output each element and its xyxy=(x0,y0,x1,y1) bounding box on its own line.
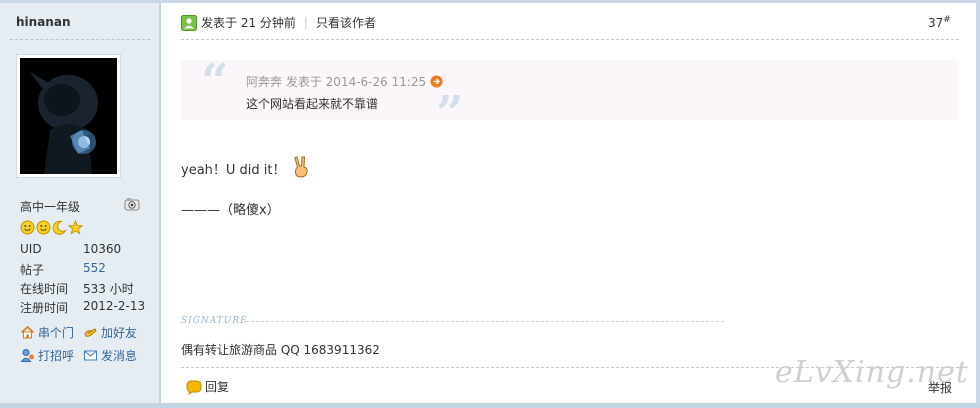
post-time: 发表于 21 分钟前 xyxy=(201,16,296,30)
victory-hand-icon xyxy=(293,156,308,178)
stat-label: 在线时间 xyxy=(20,282,69,296)
visit-space-button[interactable]: 串个门 xyxy=(20,324,74,341)
signature-divider xyxy=(246,321,724,322)
smiley-icon xyxy=(36,220,51,235)
floor-number-value: 37 xyxy=(928,16,944,30)
message-text: yeah！U did it！ xyxy=(181,163,286,178)
floor-number[interactable]: 37# xyxy=(928,15,951,30)
rank-badge-icon[interactable] xyxy=(124,196,140,212)
signature-text: 偶有转让旅游商品 QQ 1683911362 xyxy=(181,343,380,357)
quote-block: “ 阿奔奔 发表于 2014-6-26 11:25 这个网站看起来就不靠谱 ” xyxy=(181,54,959,138)
stat-label: 帖子 xyxy=(20,263,45,277)
stat-online-time: 在线时间 533 小时 xyxy=(20,280,134,297)
moon-icon xyxy=(52,220,67,235)
reply-label: 回复 xyxy=(205,380,230,394)
site-watermark: eLvXing.net xyxy=(775,355,969,390)
greet-label: 打招呼 xyxy=(38,349,75,363)
post-header-divider xyxy=(181,39,959,40)
stat-value: 533 小时 xyxy=(83,282,134,296)
stat-value-link[interactable]: 552 xyxy=(83,261,106,275)
stat-label: 注册时间 xyxy=(20,301,69,315)
smiley-icon xyxy=(20,220,35,235)
reply-button[interactable]: 回复 xyxy=(186,378,229,395)
avatar-image xyxy=(20,58,117,174)
stat-uid: UID 10360 xyxy=(20,242,121,256)
quote-meta: 阿奔奔 发表于 2014-6-26 11:25 xyxy=(246,73,443,90)
quote-close-mark: ” xyxy=(436,86,464,142)
add-friend-label: 加好友 xyxy=(101,326,138,340)
stat-value: 10360 xyxy=(83,242,122,256)
quote-author: 阿奔奔 xyxy=(246,75,283,89)
signature-label: SIGNATURE xyxy=(181,316,248,326)
send-message-label: 发消息 xyxy=(101,349,138,363)
stat-value: 2012-2-13 xyxy=(83,299,146,313)
quote-open-mark: “ xyxy=(201,54,229,110)
avatar[interactable] xyxy=(16,54,121,178)
quote-time: 发表于 2014-6-26 11:25 xyxy=(285,75,427,89)
quote-text: 这个网站看起来就不靠谱 xyxy=(246,97,379,111)
frame-bottom-border xyxy=(0,403,980,408)
frame-right-border xyxy=(976,0,980,408)
greet-button[interactable]: 打招呼 xyxy=(20,347,74,364)
only-author-link[interactable]: 只看该作者 xyxy=(316,14,376,31)
stat-register-date: 注册时间 2012-2-13 xyxy=(20,299,145,316)
sidebar-divider xyxy=(10,39,150,40)
post-header: 发表于 21 分钟前 | 只看该作者 xyxy=(181,14,376,31)
online-status-icon xyxy=(181,14,197,31)
home-icon xyxy=(20,325,35,339)
add-friend-icon xyxy=(84,328,97,337)
floor-mark: # xyxy=(943,15,951,25)
user-level-stars xyxy=(20,219,84,235)
add-friend-button[interactable]: 加好友 xyxy=(83,324,137,341)
reply-icon xyxy=(186,380,202,395)
stat-posts: 帖子 552 xyxy=(20,261,106,278)
user-info-sidebar: hinanan 高中一年级 UID 10360 帖子 552 在线时间 533 … xyxy=(0,3,161,403)
message-line: ———（略傻x） xyxy=(181,203,280,218)
username-link[interactable]: hinanan xyxy=(16,15,70,29)
stat-label: UID xyxy=(20,242,42,256)
user-rank[interactable]: 高中一年级 xyxy=(20,198,80,215)
message-line: yeah！U did it！ xyxy=(181,156,310,178)
greet-icon xyxy=(20,349,34,362)
visit-space-label: 串个门 xyxy=(38,326,75,340)
envelope-icon xyxy=(84,350,97,361)
send-message-button[interactable]: 发消息 xyxy=(83,347,137,364)
header-separator: | xyxy=(303,15,308,30)
star-icon xyxy=(67,219,84,235)
